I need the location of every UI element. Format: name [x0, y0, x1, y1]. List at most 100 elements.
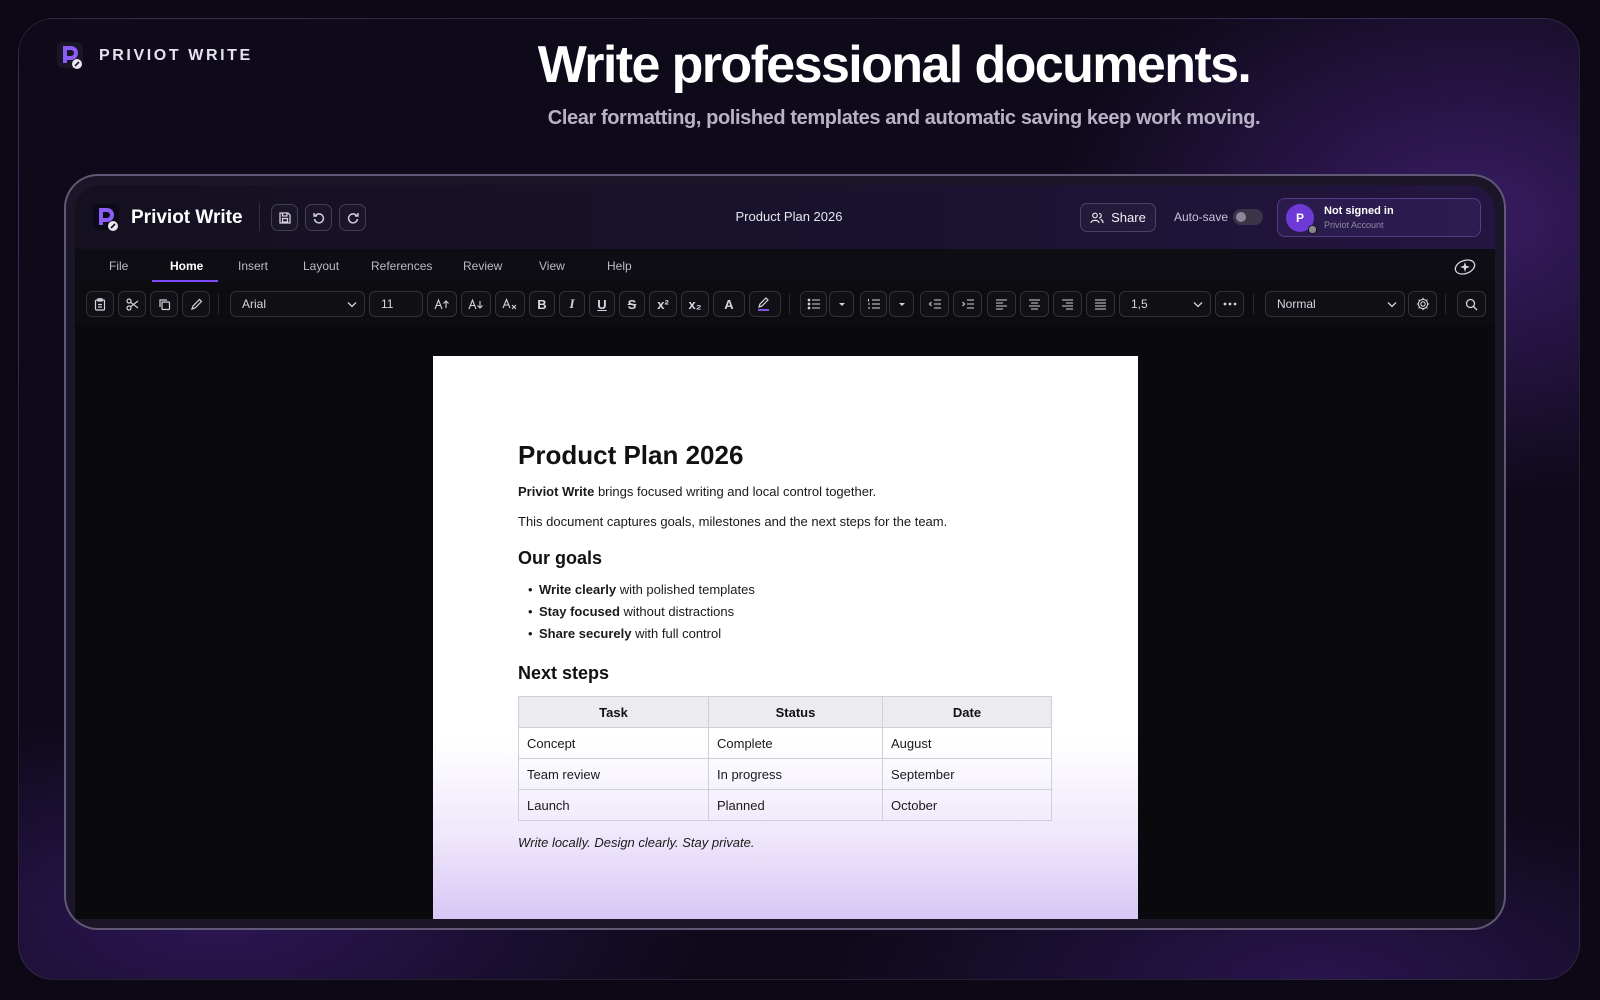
highlight-button[interactable]: [749, 291, 781, 317]
tab-view[interactable]: View: [539, 259, 565, 273]
align-left-button[interactable]: [987, 291, 1016, 317]
gear-icon: [1416, 297, 1429, 311]
presence-dot: [1308, 225, 1317, 234]
ribbon-toolbar: Arial 11 B I U S x² x₂ A 1,5 Normal: [75, 283, 1495, 326]
tab-references[interactable]: References: [371, 259, 432, 273]
tab-file[interactable]: File: [109, 259, 128, 273]
goal-rest: with full control: [631, 626, 722, 641]
increase-indent-button[interactable]: [953, 291, 982, 317]
underline-button[interactable]: U: [589, 291, 615, 317]
search-button[interactable]: [1457, 291, 1486, 317]
goal-bold: Share securely: [539, 626, 632, 641]
clipboard-icon: [94, 297, 106, 311]
more-icon: [1223, 302, 1236, 306]
hero-title: Write professional documents.: [537, 36, 1252, 94]
increase-font-button[interactable]: [427, 291, 457, 317]
paragraph-style-select[interactable]: Normal: [1265, 291, 1405, 317]
subscript-button[interactable]: x₂: [681, 291, 709, 317]
line-spacing-value: 1,5: [1131, 297, 1148, 311]
align-right-icon: [1062, 298, 1073, 310]
hero-subtitle: Clear formatting, polished templates and…: [547, 107, 1261, 129]
search-icon: [1465, 298, 1478, 310]
editor-window: Priviot Write Product Plan 2026 Share Au…: [75, 185, 1495, 919]
align-left-icon: [996, 298, 1007, 310]
numbered-list-dropdown[interactable]: [889, 291, 914, 317]
document-page[interactable]: Product Plan 2026 Priviot Write brings f…: [433, 356, 1138, 919]
table-header: Task: [518, 696, 709, 728]
justify-button[interactable]: [1086, 291, 1115, 317]
promo-stage: PRIVIOT WRITE Write professional documen…: [18, 18, 1580, 980]
copy-icon: [158, 298, 170, 310]
copy-button[interactable]: [150, 291, 178, 317]
toggle-knob: [1236, 212, 1246, 222]
table-row: Concept Complete August: [518, 727, 1052, 759]
intro-rest: brings focused writing and local control…: [594, 484, 877, 499]
list-item: Write clearly with polished templates: [528, 579, 1058, 601]
style-settings-button[interactable]: [1408, 291, 1437, 317]
document-canvas: Product Plan 2026 Priviot Write brings f…: [75, 325, 1495, 919]
bullet-list-icon: [807, 298, 820, 310]
cut-button[interactable]: [118, 291, 146, 317]
bullet-list-dropdown[interactable]: [829, 291, 854, 317]
doc-intro: Priviot Write brings focused writing and…: [518, 483, 1058, 500]
steps-table: Task Status Date Concept Complete August: [518, 696, 1052, 821]
goal-rest: with polished templates: [616, 582, 755, 597]
decrease-indent-button[interactable]: [920, 291, 949, 317]
bullet-list-button[interactable]: [800, 291, 827, 317]
tab-insert[interactable]: Insert: [238, 259, 268, 273]
superscript-button[interactable]: x²: [649, 291, 677, 317]
paragraph-style-value: Normal: [1277, 297, 1316, 311]
font-family-select[interactable]: Arial: [230, 291, 365, 317]
share-label: Share: [1111, 210, 1146, 225]
decrease-font-button[interactable]: [461, 291, 491, 317]
page-content: Product Plan 2026 Priviot Write brings f…: [518, 440, 1058, 850]
font-increase-icon: [434, 298, 449, 310]
share-button[interactable]: Share: [1080, 203, 1156, 232]
pen-icon: [190, 298, 202, 310]
ai-sparkle-icon[interactable]: [1453, 256, 1477, 278]
table-cell: Team review: [518, 758, 709, 790]
tab-help[interactable]: Help: [607, 259, 632, 273]
more-options-button[interactable]: [1215, 291, 1244, 317]
format-painter-button[interactable]: [182, 291, 210, 317]
autosave-toggle[interactable]: [1233, 209, 1263, 225]
caret-down-icon: [898, 302, 905, 306]
chevron-down-icon: [1387, 301, 1397, 307]
device-frame: Priviot Write Product Plan 2026 Share Au…: [64, 174, 1506, 930]
align-right-button[interactable]: [1053, 291, 1082, 317]
tab-layout[interactable]: Layout: [303, 259, 339, 273]
superscript-icon: x²: [657, 296, 669, 312]
table-cell: Planned: [708, 789, 883, 821]
autosave-label: Auto-save: [1174, 210, 1229, 224]
doc-heading: Product Plan 2026: [518, 440, 744, 470]
tab-review[interactable]: Review: [463, 259, 502, 273]
goal-bold: Stay focused: [539, 604, 620, 619]
table-header-row: Task Status Date: [518, 696, 1052, 728]
align-center-button[interactable]: [1020, 291, 1049, 317]
strikethrough-button[interactable]: S: [619, 291, 645, 317]
table-cell: Concept: [518, 727, 709, 759]
numbered-list-button[interactable]: [860, 291, 887, 317]
italic-button[interactable]: I: [559, 291, 585, 317]
font-size-input[interactable]: 11: [369, 291, 423, 317]
tab-home[interactable]: Home: [170, 259, 203, 273]
clear-format-button[interactable]: [495, 291, 525, 317]
table-cell: August: [882, 727, 1052, 759]
subscript-icon: x₂: [688, 296, 702, 312]
font-color-icon: A: [724, 296, 734, 312]
table-cell: October: [882, 789, 1052, 821]
intro-bold: Priviot Write: [518, 484, 595, 499]
account-button[interactable]: P Not signed in Priviot Account: [1277, 198, 1481, 237]
chevron-down-icon: [347, 301, 357, 307]
ribbon-divider: [218, 294, 219, 314]
underline-icon: U: [597, 296, 607, 312]
bold-icon: B: [537, 296, 547, 312]
list-item: Share securely with full control: [528, 623, 1058, 645]
table-header: Status: [708, 696, 883, 728]
paste-button[interactable]: [86, 291, 114, 317]
table-row: Launch Planned October: [518, 789, 1052, 821]
font-color-button[interactable]: A: [713, 291, 745, 317]
line-spacing-select[interactable]: 1,5: [1119, 291, 1211, 317]
doc-paragraph: This document captures goals, milestones…: [518, 514, 948, 529]
bold-button[interactable]: B: [529, 291, 555, 317]
